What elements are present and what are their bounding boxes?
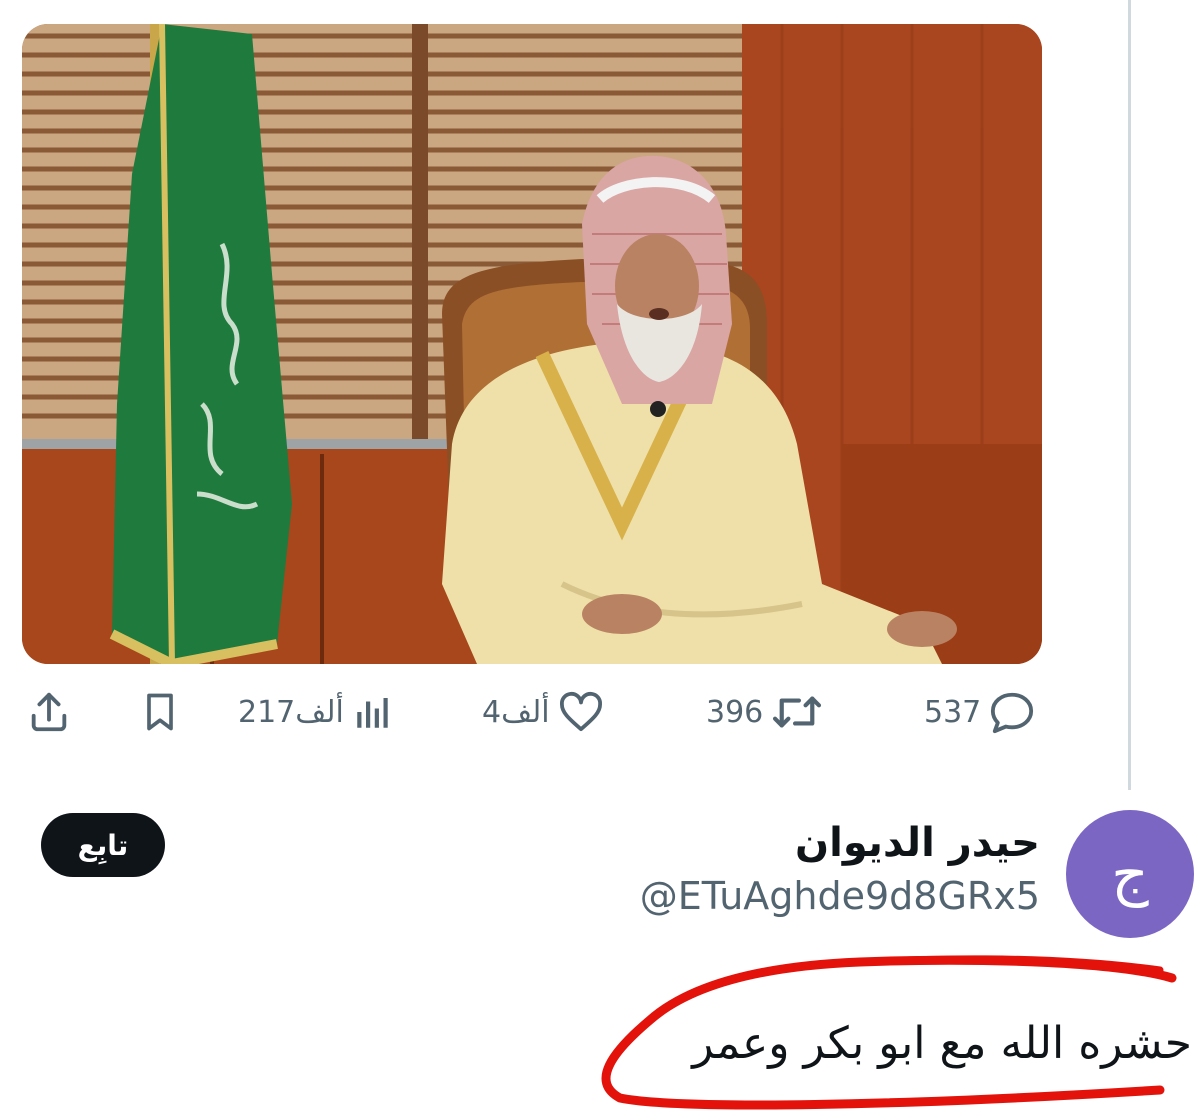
repost-count: 396 <box>706 694 764 730</box>
like-button[interactable]: 4ألف <box>482 680 604 744</box>
repost-button[interactable]: 396 <box>706 680 823 744</box>
reply-author-name[interactable]: حيدر الديوان <box>795 820 1040 866</box>
views-button[interactable]: 217ألف <box>238 680 394 744</box>
repost-icon <box>771 691 823 733</box>
heart-icon <box>558 691 604 733</box>
share-icon <box>26 689 72 735</box>
views-count: 217ألف <box>238 694 344 730</box>
post-action-bar: 217ألف 4ألف 396 537 <box>0 680 1200 750</box>
reply-icon <box>989 690 1035 734</box>
follow-button[interactable]: تابِع <box>41 813 165 877</box>
avatar-letter: ج <box>1111 840 1149 908</box>
reply-button[interactable]: 537 <box>924 680 1035 744</box>
views-icon <box>352 691 394 733</box>
photo-illustration <box>22 24 1042 664</box>
reply-text: حشره الله مع ابو بكر وعمر <box>692 1018 1192 1069</box>
reply-count: 537 <box>924 694 982 730</box>
reply-author-handle[interactable]: @ETuAghde9d8GRx5 <box>640 874 1040 918</box>
like-count: 4ألف <box>482 694 550 730</box>
share-button[interactable] <box>26 680 72 744</box>
bookmark-icon <box>138 689 182 735</box>
avatar[interactable]: ج <box>1066 810 1194 938</box>
post-media-photo[interactable] <box>22 24 1042 664</box>
thread-connector-line <box>1128 0 1131 790</box>
bookmark-button[interactable] <box>138 680 182 744</box>
